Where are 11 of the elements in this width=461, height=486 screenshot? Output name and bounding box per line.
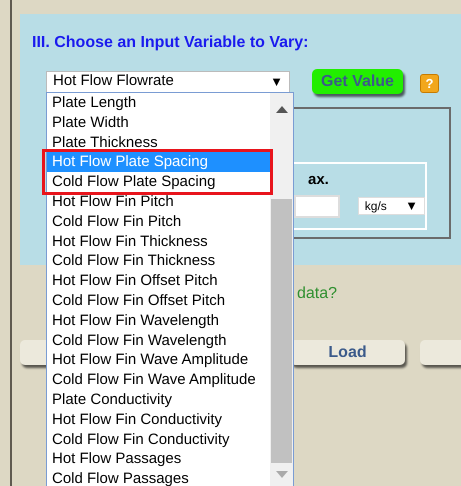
- scrollbar[interactable]: [270, 93, 293, 486]
- section-title: III. Choose an Input Variable to Vary:: [32, 33, 309, 53]
- scrollbar-thumb[interactable]: [271, 199, 292, 463]
- scroll-up-icon[interactable]: [276, 106, 288, 113]
- unit-select[interactable]: kg/s ▼: [358, 197, 425, 215]
- scroll-down-icon[interactable]: [276, 471, 288, 478]
- variable-select[interactable]: Hot Flow Flowrate ▼: [46, 70, 290, 92]
- get-value-button[interactable]: Get Value: [312, 69, 403, 94]
- value-field[interactable]: [294, 194, 340, 218]
- field-label: ax.: [308, 170, 329, 190]
- data-question: data?: [297, 284, 338, 304]
